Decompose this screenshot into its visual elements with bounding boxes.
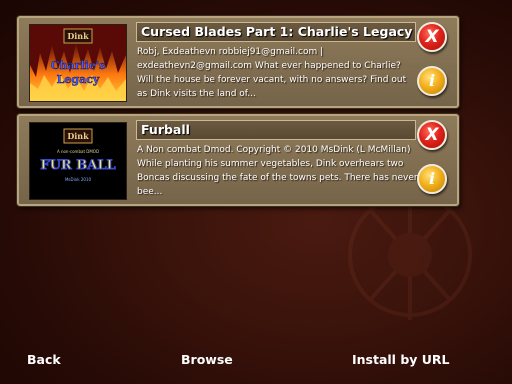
svg-text:Charlie's: Charlie's [51, 59, 106, 72]
info-button[interactable]: i [417, 164, 447, 194]
info-icon: i [428, 71, 436, 90]
mod-title: Furball [141, 122, 190, 137]
info-icon: i [428, 169, 436, 188]
mod-title-bar: Furball [136, 120, 416, 140]
close-icon: X [425, 125, 439, 145]
mod-description: A Non combat Dmod. Copyright © 2010 MsDi… [137, 145, 418, 197]
mod-thumbnail: Dink A non-combat DMOD FUR BALL MsDink 2… [29, 122, 127, 200]
svg-text:A non-combat DMOD: A non-combat DMOD [57, 149, 99, 154]
mod-title: Cursed Blades Part 1: Charlie's Legacy [141, 24, 413, 39]
mod-list-item[interactable]: Dink Charlie's Legacy Cursed Blades Part… [17, 16, 459, 108]
mod-title-bar: Cursed Blades Part 1: Charlie's Legacy [136, 22, 416, 42]
svg-text:Dink: Dink [67, 131, 89, 141]
svg-text:Dink: Dink [67, 31, 89, 41]
info-button[interactable]: i [417, 66, 447, 96]
close-icon: X [425, 27, 439, 47]
delete-button[interactable]: X [417, 22, 447, 52]
install-by-url-button[interactable]: Install by URL [352, 352, 450, 367]
delete-button[interactable]: X [417, 120, 447, 150]
mod-list-item[interactable]: Dink A non-combat DMOD FUR BALL MsDink 2… [17, 114, 459, 206]
svg-text:FUR BALL: FUR BALL [40, 158, 115, 173]
browse-button[interactable]: Browse [181, 352, 233, 367]
mod-description: Robj, Exdeathevn robbiej91@gmail.com | e… [137, 47, 407, 99]
svg-text:MsDink 2010: MsDink 2010 [65, 177, 91, 182]
back-button[interactable]: Back [27, 352, 61, 367]
mod-thumbnail: Dink Charlie's Legacy [29, 24, 127, 102]
svg-text:Legacy: Legacy [57, 73, 100, 86]
